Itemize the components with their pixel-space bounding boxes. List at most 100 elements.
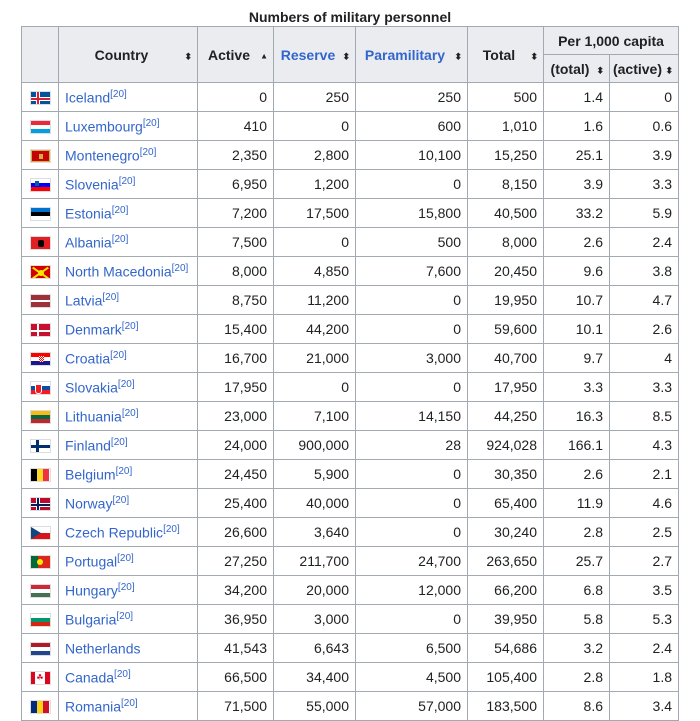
per-active-cell: 0.6 bbox=[608, 111, 680, 141]
total-cell: 17,950 bbox=[467, 372, 544, 402]
table-row: ☘ Canada[20] 66,500 34,400 4,500 105,400 2.8 1.… bbox=[21, 662, 680, 692]
country-link[interactable]: Latvia bbox=[65, 292, 102, 308]
total-cell: 1,010 bbox=[467, 111, 544, 141]
sort-icon[interactable]: ⬍ bbox=[454, 52, 462, 61]
country-link[interactable]: Lithuania bbox=[65, 408, 122, 424]
country-link[interactable]: Canada bbox=[65, 669, 114, 685]
paramilitary-cell: 6,500 bbox=[355, 633, 468, 663]
country-link[interactable]: Norway bbox=[65, 495, 112, 511]
reference-link[interactable]: [20] bbox=[163, 524, 180, 535]
reference-link[interactable]: [20] bbox=[143, 118, 160, 129]
reference-link[interactable]: [20] bbox=[172, 263, 189, 274]
country-link[interactable]: Iceland bbox=[65, 89, 110, 105]
reference-link[interactable]: [20] bbox=[122, 321, 139, 332]
active-cell: 15,400 bbox=[197, 314, 274, 344]
paramilitary-cell: 0 bbox=[355, 488, 468, 518]
active-cell: 26,600 bbox=[197, 517, 274, 547]
flag-icon bbox=[21, 604, 59, 634]
per-total-cell: 9.7 bbox=[543, 343, 610, 373]
table-row: Hungary[20] 34,200 20,000 12,000 66,200 6.8 3.… bbox=[21, 575, 680, 605]
per-active-cell: 3.5 bbox=[608, 575, 680, 605]
total-cell: 54,686 bbox=[467, 633, 544, 663]
country-link[interactable]: Portugal bbox=[65, 553, 117, 569]
country-link[interactable]: Montenegro bbox=[65, 147, 140, 163]
paramilitary-cell: 0 bbox=[355, 314, 468, 344]
reference-link[interactable]: [20] bbox=[110, 350, 127, 361]
flag-icon bbox=[21, 198, 59, 228]
reserve-header[interactable]: Reserve ⬍ bbox=[273, 26, 356, 83]
reference-link[interactable]: [20] bbox=[111, 437, 128, 448]
reference-link[interactable]: [20] bbox=[114, 669, 131, 680]
country-header[interactable]: Country ⬍ bbox=[58, 26, 198, 83]
reference-link[interactable]: [20] bbox=[119, 176, 136, 187]
reference-link[interactable]: [20] bbox=[116, 466, 133, 477]
per-total-cell: 2.6 bbox=[543, 459, 610, 489]
total-cell: 8,000 bbox=[467, 227, 544, 257]
per-active-cell: 3.3 bbox=[608, 372, 680, 402]
reference-link[interactable]: [20] bbox=[117, 553, 134, 564]
sort-icon[interactable]: ⬍ bbox=[342, 52, 350, 61]
sort-icon[interactable]: ⬍ bbox=[665, 66, 673, 75]
table-row: Norway[20] 25,400 40,000 0 65,400 11.9 4.6 bbox=[21, 488, 680, 518]
active-cell: 71,500 bbox=[197, 691, 274, 721]
country-link[interactable]: Belgium bbox=[65, 466, 116, 482]
country-link[interactable]: Albania bbox=[65, 234, 112, 250]
total-header[interactable]: Total ⬍ bbox=[467, 26, 544, 83]
country-link[interactable]: Hungary bbox=[65, 582, 118, 598]
reference-link[interactable]: [20] bbox=[121, 698, 138, 709]
reserve-link[interactable]: Reserve bbox=[281, 47, 336, 63]
country-cell: Slovenia[20] bbox=[58, 169, 198, 199]
reference-link[interactable]: [20] bbox=[112, 205, 129, 216]
reserve-cell: 0 bbox=[273, 111, 356, 141]
reserve-cell: 40,000 bbox=[273, 488, 356, 518]
country-link[interactable]: North Macedonia bbox=[65, 263, 172, 279]
per-total-header[interactable]: (total) ⬍ bbox=[543, 54, 610, 83]
country-link[interactable]: Bulgaria bbox=[65, 611, 116, 627]
per-active-cell: 3.3 bbox=[608, 169, 680, 199]
flag-icon bbox=[21, 256, 59, 286]
reference-link[interactable]: [20] bbox=[140, 147, 157, 158]
country-link[interactable]: Croatia bbox=[65, 350, 110, 366]
sort-ascending-icon[interactable]: ▲ bbox=[260, 52, 268, 60]
reference-link[interactable]: [20] bbox=[110, 89, 127, 100]
sort-icon[interactable]: ⬍ bbox=[596, 66, 604, 75]
country-cell: Hungary[20] bbox=[58, 575, 198, 605]
country-link[interactable]: Slovenia bbox=[65, 176, 119, 192]
country-link[interactable]: Czech Republic bbox=[65, 524, 163, 540]
reference-link[interactable]: [20] bbox=[112, 495, 129, 506]
sort-icon[interactable]: ⬍ bbox=[530, 52, 538, 61]
active-cell: 8,000 bbox=[197, 256, 274, 286]
per-active-header[interactable]: (active) ⬍ bbox=[608, 54, 680, 83]
reference-link[interactable]: [20] bbox=[118, 379, 135, 390]
flag-header bbox=[21, 26, 59, 83]
active-header[interactable]: Active ▲ bbox=[197, 26, 274, 83]
reference-link[interactable]: [20] bbox=[112, 234, 129, 245]
country-cell: Norway[20] bbox=[58, 488, 198, 518]
reference-link[interactable]: [20] bbox=[102, 292, 119, 303]
country-link[interactable]: Romania bbox=[65, 698, 121, 714]
reserve-cell: 6,643 bbox=[273, 633, 356, 663]
total-cell: 924,028 bbox=[467, 430, 544, 460]
active-cell: 8,750 bbox=[197, 285, 274, 315]
active-cell: 24,450 bbox=[197, 459, 274, 489]
flag-icon bbox=[21, 488, 59, 518]
total-cell: 40,500 bbox=[467, 198, 544, 228]
country-link[interactable]: Luxembourg bbox=[65, 118, 143, 134]
sort-icon[interactable]: ⬍ bbox=[184, 52, 192, 61]
per-active-cell: 2.7 bbox=[608, 546, 680, 576]
paramilitary-cell: 600 bbox=[355, 111, 468, 141]
country-cell: Estonia[20] bbox=[58, 198, 198, 228]
country-link[interactable]: Denmark bbox=[65, 321, 122, 337]
country-link[interactable]: Netherlands bbox=[65, 640, 141, 656]
reference-link[interactable]: [20] bbox=[118, 582, 135, 593]
country-cell: Netherlands bbox=[58, 633, 198, 663]
reference-link[interactable]: [20] bbox=[116, 611, 133, 622]
reserve-cell: 0 bbox=[273, 372, 356, 402]
paramilitary-link[interactable]: Paramilitary bbox=[365, 47, 445, 63]
paramilitary-header[interactable]: Paramilitary ⬍ bbox=[355, 26, 468, 83]
country-link[interactable]: Estonia bbox=[65, 205, 112, 221]
table-row: Iceland[20] 0 250 250 500 1.4 0 bbox=[21, 82, 680, 112]
country-link[interactable]: Finland bbox=[65, 437, 111, 453]
country-link[interactable]: Slovakia bbox=[65, 379, 118, 395]
reference-link[interactable]: [20] bbox=[122, 408, 139, 419]
